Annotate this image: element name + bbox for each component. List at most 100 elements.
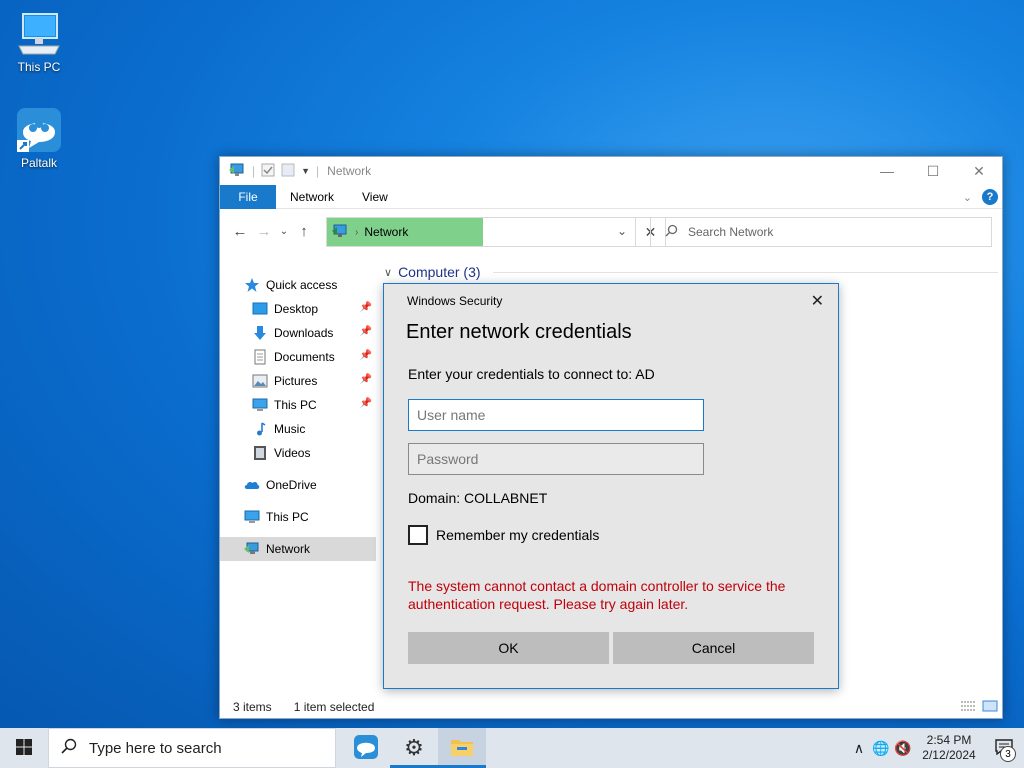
remember-label: Remember my credentials [436,527,600,543]
computer-icon [244,509,260,525]
checkbox-box[interactable] [408,525,428,545]
cancel-button[interactable]: Cancel [613,632,814,664]
sidebar-item-this-pc-pinned[interactable]: This PC 📌 [220,393,376,417]
taskbar-file-explorer[interactable] [438,728,486,768]
chevron-down-icon[interactable]: ▼ [301,166,310,176]
navigation-bar: ← → ⌄ ↑ › Network ⌄ ✕ Search Network [220,209,1002,253]
group-divider [492,271,998,273]
sidebar-item-downloads[interactable]: Downloads 📌 [220,321,376,345]
selection-count: 1 item selected [293,700,375,714]
dialog-heading: Enter network credentials [406,321,632,343]
sidebar-item-network[interactable]: Network [220,537,376,561]
ribbon-tabs: File Network View ⌄ ? [220,184,1002,209]
music-note-icon [252,421,268,437]
sidebar-item-label: This PC [266,510,309,524]
network-globe-icon[interactable]: 🌐 [870,740,892,757]
desktop: This PC Paltalk | ▼ | Network — ☐ ✕ File… [0,0,1024,728]
pinned-apps: ⚙ [340,728,486,768]
pin-icon[interactable]: 📌 [360,302,372,313]
sidebar-item-label: Music [274,422,306,436]
username-input[interactable] [408,399,704,431]
pin-icon[interactable]: 📌 [360,398,372,409]
paltalk-icon [15,106,63,154]
ok-button[interactable]: OK [408,632,609,664]
document-icon [252,349,268,365]
dialog-prompt: Enter your credentials to connect to: AD [408,366,655,382]
search-input[interactable]: Search Network [650,217,992,247]
chevron-down-icon[interactable]: ∨ [384,266,392,279]
start-button[interactable] [0,728,48,768]
computer-icon [252,397,268,413]
pin-icon[interactable]: 📌 [360,326,372,337]
item-count: 3 items [233,700,272,714]
password-input[interactable] [408,443,704,475]
notification-count-badge: 3 [1000,746,1016,762]
clock-date: 2/12/2024 [922,748,976,762]
properties-icon[interactable] [261,163,275,180]
desktop-folder-icon [252,301,268,317]
pin-icon[interactable]: 📌 [360,350,372,361]
download-arrow-icon [252,325,268,341]
close-icon[interactable]: ✕ [811,291,824,311]
sidebar-item-label: Downloads [274,326,334,340]
content-pane: ∨ Computer (3) [384,261,1002,283]
volume-muted-icon[interactable]: 🔇 [892,740,914,757]
tab-view[interactable]: View [348,190,402,204]
sidebar-item-label: Network [266,542,311,556]
error-message: The system cannot contact a domain contr… [408,578,786,612]
minimize-icon[interactable]: — [864,157,910,185]
network-icon [244,541,260,557]
recent-locations-chevron-icon[interactable]: ⌄ [276,226,292,237]
taskbar-paltalk[interactable] [342,728,390,768]
taskbar-search-box[interactable]: Type here to search [48,728,336,768]
sidebar-item-pictures[interactable]: Pictures 📌 [220,369,376,393]
maximize-icon[interactable]: ☐ [910,157,956,185]
chevron-up-icon[interactable]: ∧ [848,740,870,757]
pin-icon[interactable]: 📌 [360,374,372,385]
sidebar-item-documents[interactable]: Documents 📌 [220,345,376,369]
sidebar-item-this-pc[interactable]: This PC [220,505,376,529]
sidebar-item-label: Documents [274,350,335,364]
sidebar-item-label: Desktop [274,302,319,316]
system-tray: ∧ 🌐 🔇 2:54 PM 2/12/2024 3 [848,728,1024,768]
title-bar[interactable]: | ▼ | Network — ☐ ✕ [220,157,1002,185]
up-arrow-icon[interactable]: ↑ [292,223,316,240]
sidebar-item-music[interactable]: Music [220,417,376,441]
back-arrow-icon[interactable]: ← [228,223,252,240]
desktop-icon-paltalk[interactable]: Paltalk [1,106,77,170]
details-view-icon[interactable] [960,700,976,715]
cloud-icon [244,477,260,493]
clock[interactable]: 2:54 PM 2/12/2024 [914,733,984,763]
search-icon [61,738,77,758]
search-icon [665,224,678,240]
video-icon [252,445,268,461]
navigation-pane: Quick access Desktop 📌 Downloads 📌 Docum… [220,273,376,561]
large-icons-view-icon[interactable] [982,700,998,715]
help-icon[interactable]: ? [982,189,998,205]
desktop-icon-this-pc[interactable]: This PC [1,10,77,74]
search-placeholder: Search Network [688,225,774,239]
address-bar[interactable]: › Network ⌄ [326,217,636,247]
sidebar-item-label: OneDrive [266,478,317,492]
expand-ribbon-icon[interactable]: ⌄ [963,191,972,204]
remember-credentials-checkbox[interactable]: Remember my credentials [408,525,599,545]
network-icon [331,223,349,242]
forward-arrow-icon[interactable]: → [252,223,276,240]
desktop-icon-label: Paltalk [20,156,58,170]
sidebar-item-videos[interactable]: Videos [220,441,376,465]
sidebar-item-onedrive[interactable]: OneDrive [220,473,376,497]
desktop-icon-label: This PC [17,60,61,74]
new-folder-icon[interactable] [281,163,295,180]
windows-security-dialog[interactable]: Windows Security ✕ Enter network credent… [383,283,839,689]
sidebar-item-desktop[interactable]: Desktop 📌 [220,297,376,321]
address-dropdown-icon[interactable]: ⌄ [617,224,627,238]
sidebar-item-quick-access[interactable]: Quick access [220,273,376,297]
address-segment[interactable]: › Network [327,218,483,246]
close-icon[interactable]: ✕ [956,157,1002,185]
taskbar-settings[interactable]: ⚙ [390,728,438,768]
action-center-button[interactable]: 3 [984,728,1024,768]
tab-file[interactable]: File [220,184,276,209]
view-switcher [960,700,998,715]
group-header-computer[interactable]: ∨ Computer (3) [384,261,1002,283]
tab-network[interactable]: Network [276,190,348,204]
